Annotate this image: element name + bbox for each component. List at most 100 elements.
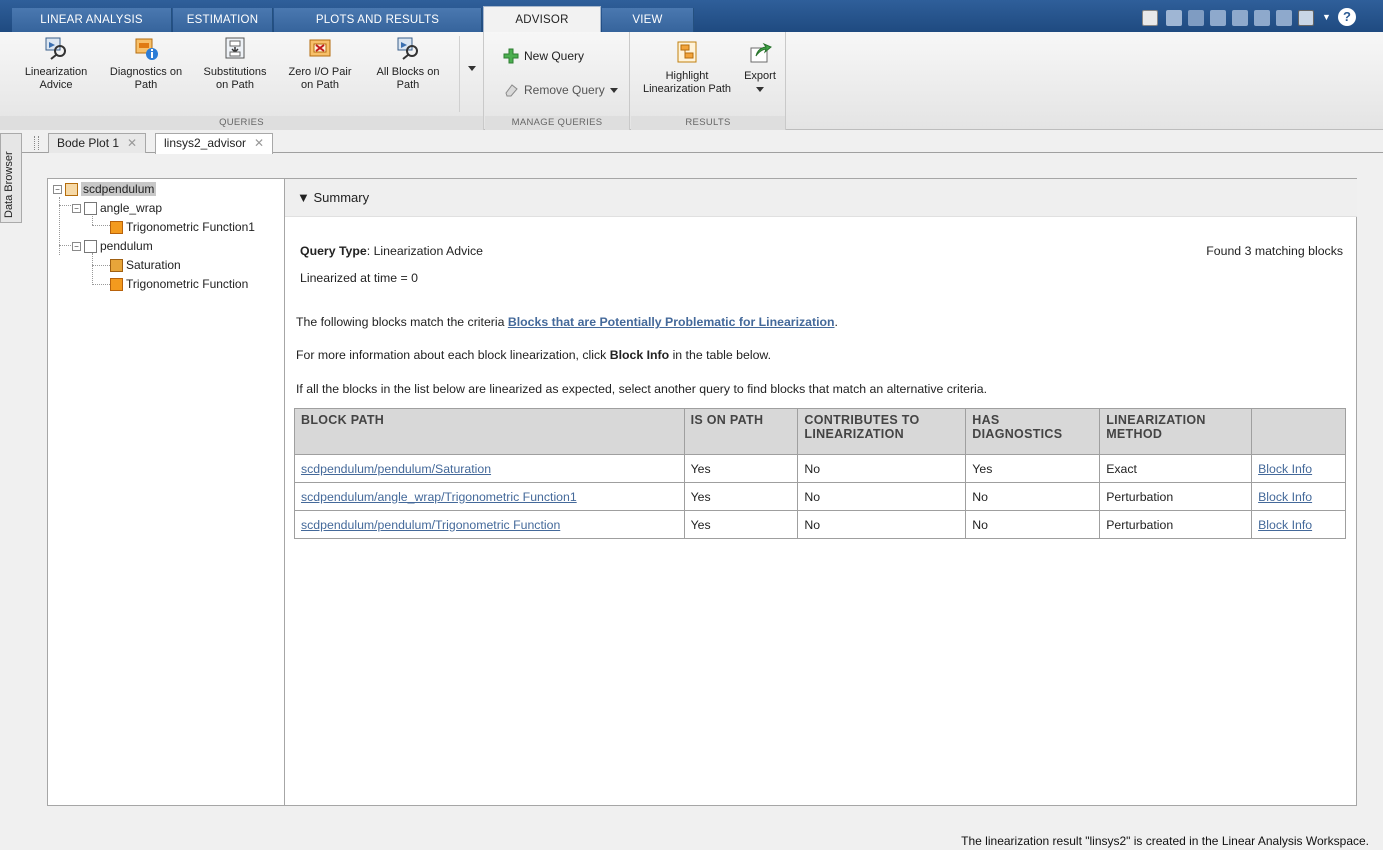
block-info-link[interactable]: Block Info [1258, 490, 1312, 504]
eraser-icon [505, 84, 518, 97]
doc-tab-bode-plot-1[interactable]: Bode Plot 1 ✕ [48, 133, 147, 153]
table-row: scdpendulum/pendulum/Trigonometric Funct… [294, 510, 1346, 539]
tab-plots-and-results[interactable]: PLOTS AND RESULTS [274, 8, 482, 32]
table-cell: Yes [683, 482, 799, 511]
export-dropdown-icon [756, 87, 764, 92]
all-blocks-on-path-button[interactable]: All Blocks on Path [368, 36, 448, 92]
drag-handle[interactable] [34, 136, 39, 150]
window-layout-icon[interactable] [1298, 10, 1314, 26]
undo-icon[interactable] [1254, 10, 1270, 26]
table-row: scdpendulum/angle_wrap/Trigonometric Fun… [294, 482, 1346, 511]
alternative-criteria-line: If all the blocks in the list below are … [296, 382, 988, 396]
linearization-advice-button[interactable]: Linearization Advice [20, 36, 92, 92]
edit-icon[interactable] [1188, 10, 1204, 26]
table-cell: Exact [1099, 454, 1253, 483]
table-cell: Yes [683, 454, 799, 483]
column-header [1251, 408, 1346, 455]
matching-count: Found 3 matching blocks [1206, 244, 1343, 258]
table-header-row: BLOCK PATH IS ON PATH CONTRIBUTES TO LIN… [294, 408, 1346, 455]
diagnostics-icon [135, 38, 158, 60]
doc-tab-linsys2-advisor[interactable]: linsys2_advisor ✕ [155, 133, 274, 154]
manage-queries-group-label: MANAGE QUERIES [485, 116, 629, 130]
column-header: HAS DIAGNOSTICS [965, 408, 1101, 455]
close-icon[interactable]: ✕ [254, 136, 264, 150]
table-cell: No [797, 482, 967, 511]
new-session-icon[interactable] [1142, 10, 1158, 26]
export-icon [750, 42, 772, 63]
column-header: CONTRIBUTES TO LINEARIZATION [797, 408, 967, 455]
criteria-link[interactable]: Blocks that are Potentially Problematic … [508, 315, 835, 329]
block-info-link[interactable]: Block Info [1258, 518, 1312, 532]
trig-block-icon [110, 220, 123, 234]
highlight-path-icon [677, 41, 697, 63]
table-cell: No [797, 510, 967, 539]
new-query-button[interactable]: New Query [503, 48, 584, 64]
tree-node-scdpendulum[interactable]: − scdpendulum [53, 181, 157, 197]
advisor-report: ▼ Summary Query Type: Linearization Advi… [285, 178, 1357, 806]
table-row: scdpendulum/pendulum/Saturation Yes No Y… [294, 454, 1346, 483]
copy-icon[interactable] [1210, 10, 1226, 26]
tab-advisor[interactable]: ADVISOR [483, 6, 601, 33]
all-blocks-icon [397, 37, 418, 60]
table-cell: Yes [965, 454, 1101, 483]
collapse-icon[interactable]: − [53, 184, 62, 194]
linearized-time: Linearized at time = 0 [300, 271, 418, 285]
tab-linear-analysis[interactable]: LINEAR ANALYSIS [12, 8, 172, 32]
column-header: LINEARIZATION METHOD [1099, 408, 1253, 455]
plus-icon [503, 48, 519, 64]
model-icon [65, 182, 78, 196]
diagnostics-on-path-button[interactable]: Diagnostics on Path [104, 36, 188, 92]
remove-query-button[interactable]: Remove Query [503, 82, 618, 98]
tab-view[interactable]: VIEW [602, 8, 694, 32]
tree-node-saturation[interactable]: Saturation [110, 257, 181, 273]
substitutions-icon [225, 37, 245, 59]
matching-blocks-table: BLOCK PATH IS ON PATH CONTRIBUTES TO LIN… [294, 408, 1346, 539]
column-header: BLOCK PATH [294, 408, 685, 455]
summary-section-header[interactable]: ▼ Summary [285, 179, 1357, 217]
block-info-link[interactable]: Block Info [1258, 462, 1312, 476]
status-bar-message: The linearization result "linsys2" is cr… [961, 834, 1369, 848]
queries-group-label: QUERIES [0, 116, 483, 130]
redo-icon[interactable] [1276, 10, 1292, 26]
column-header: IS ON PATH [683, 408, 799, 455]
linearization-advice-icon [45, 37, 66, 60]
query-type-line: Query Type: Linearization Advice [300, 244, 483, 258]
zero-io-pair-button[interactable]: Zero I/O Pair on Path [282, 36, 358, 92]
tree-node-pendulum[interactable]: − pendulum [72, 238, 153, 254]
collapse-icon[interactable]: − [72, 241, 81, 251]
layout-dropdown-icon[interactable]: ▼ [1322, 12, 1331, 22]
block-path-link[interactable]: scdpendulum/pendulum/Trigonometric Funct… [301, 518, 560, 532]
table-cell: No [965, 510, 1101, 539]
subsystem-icon [84, 239, 97, 253]
remove-query-dropdown-icon [609, 87, 618, 93]
close-icon[interactable]: ✕ [127, 136, 137, 150]
document-tab-bar: Bode Plot 1 ✕ linsys2_advisor ✕ [0, 131, 1383, 154]
highlight-linearization-path-button[interactable]: Highlight Linearization Path [639, 40, 735, 96]
tab-estimation[interactable]: ESTIMATION [173, 8, 273, 32]
saturation-block-icon [110, 258, 123, 272]
data-browser-tab[interactable]: Data Browser [0, 133, 22, 223]
model-tree[interactable]: − scdpendulum − angle_wrap Trigonometric… [47, 178, 285, 806]
ribbon: Linearization Advice Diagnostics on Path… [0, 32, 1383, 155]
subsystem-icon [84, 201, 97, 215]
ribbon-tab-bar: LINEAR ANALYSIS ESTIMATION PLOTS AND RES… [0, 0, 1383, 33]
table-cell: No [965, 482, 1101, 511]
tree-node-trig-function[interactable]: Trigonometric Function [110, 276, 248, 292]
block-path-link[interactable]: scdpendulum/angle_wrap/Trigonometric Fun… [301, 490, 577, 504]
table-cell: Yes [683, 510, 799, 539]
tree-node-trig-function1[interactable]: Trigonometric Function1 [110, 219, 255, 235]
criteria-line: The following blocks match the criteria … [296, 315, 838, 329]
collapse-icon[interactable]: − [72, 203, 81, 213]
quick-access-toolbar: ▼ ? [1128, 7, 1383, 31]
manage-queries-group: New Query Remove Query MANAGE QUERIES [485, 32, 630, 130]
gallery-expand-icon [468, 66, 476, 71]
info-line: For more information about each block li… [296, 348, 772, 362]
export-button[interactable]: Export [737, 40, 783, 96]
paste-icon[interactable] [1232, 10, 1248, 26]
queries-gallery-dropdown[interactable] [459, 36, 483, 112]
tree-node-angle-wrap[interactable]: − angle_wrap [72, 200, 162, 216]
help-icon[interactable]: ? [1338, 8, 1356, 26]
save-icon[interactable] [1166, 10, 1182, 26]
substitutions-on-path-button[interactable]: Substitutions on Path [196, 36, 274, 92]
block-path-link[interactable]: scdpendulum/pendulum/Saturation [301, 462, 491, 476]
